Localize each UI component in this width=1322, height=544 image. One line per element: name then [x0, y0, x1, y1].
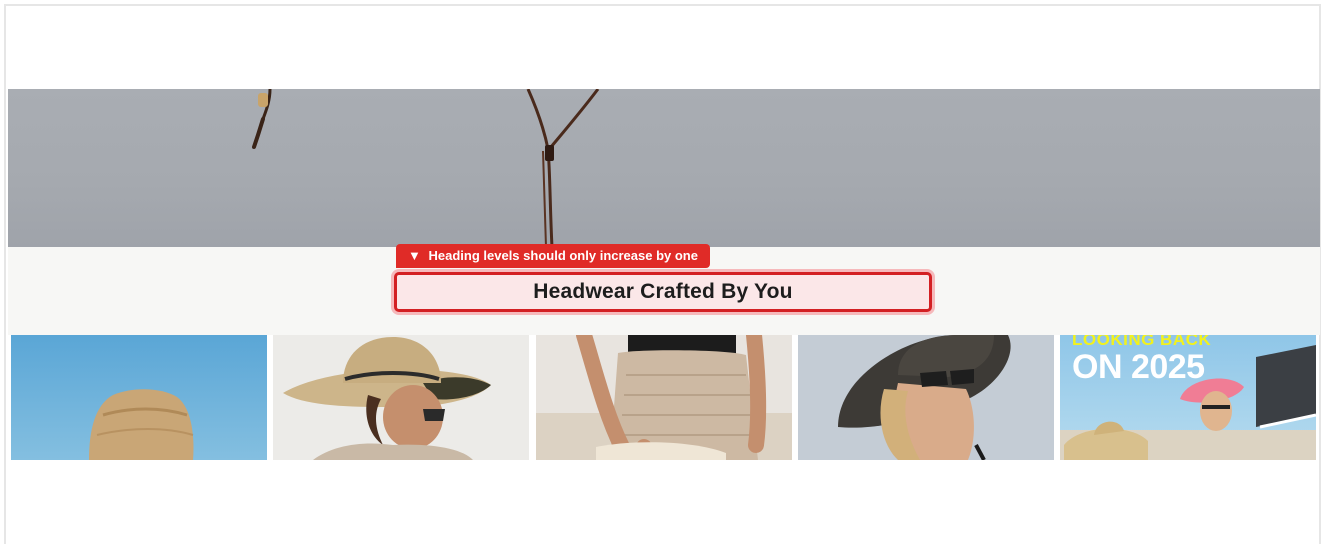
warning-message: Heading levels should only increase by o…	[428, 248, 698, 263]
gallery-tile-man-lifeguard-hat[interactable]	[273, 335, 529, 460]
beach-outfit-image	[536, 335, 792, 460]
man-in-hat-image	[283, 337, 491, 460]
gallery-tile-knit-pants-beach[interactable]	[536, 335, 792, 460]
flagged-heading-outline: Headwear Crafted By You	[394, 272, 932, 312]
section-title: Headwear Crafted By You	[533, 280, 793, 303]
hat-cord-illustration	[252, 89, 600, 247]
triangle-down-icon: ▼	[408, 248, 421, 263]
image-gallery: LOOKING BACK ON 2025	[11, 335, 1316, 460]
heading-level-warning-badge[interactable]: ▼ Heading levels should only increase by…	[396, 244, 710, 268]
straw-hat-image	[89, 389, 194, 460]
promo-line-1: LOOKING BACK	[1072, 335, 1212, 349]
woman-in-hat-image	[838, 335, 1011, 460]
gallery-tile-woman-wide-brim-hat[interactable]	[798, 335, 1054, 460]
promo-overlay-text: LOOKING BACK ON 2025	[1072, 335, 1211, 386]
hero-banner-image	[8, 89, 1320, 247]
gallery-tile-straw-fedora[interactable]	[11, 335, 267, 460]
gallery-tile-looking-back-promo[interactable]: LOOKING BACK ON 2025	[1060, 335, 1316, 460]
promo-line-2: ON 2025	[1072, 348, 1205, 386]
